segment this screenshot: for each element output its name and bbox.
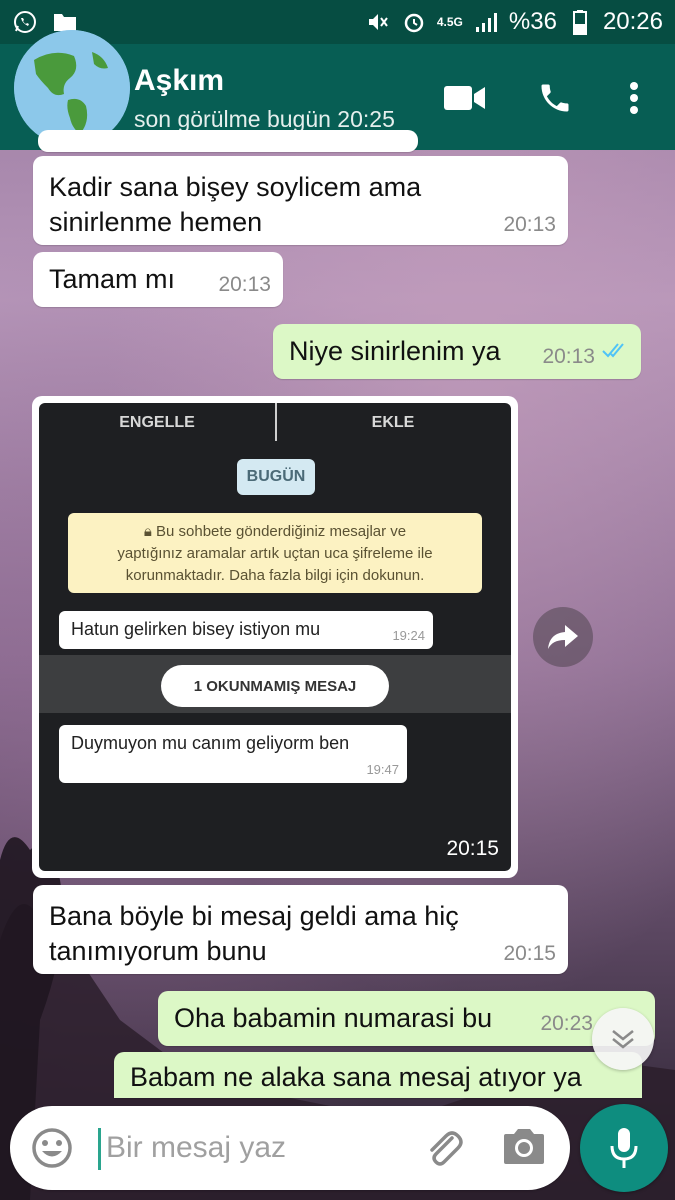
message-time: 20:23 [540, 1012, 593, 1035]
message-bubble-incoming[interactable]: Tamam mı 20:13 [33, 252, 283, 307]
notice-line: yaptığınız aramalar artık uçtan uca şifr… [117, 545, 433, 562]
message-bubble-outgoing[interactable]: Niye sinirlenim ya 20:13 [273, 324, 641, 379]
avatar[interactable] [14, 30, 130, 146]
message-bubble-outgoing[interactable]: Oha babamin numarasi bu 20:23 [158, 991, 655, 1046]
contact-name: Aşkım [134, 64, 225, 97]
message-bubble-incoming[interactable]: Bana böyle bi mesaj geldi ama hiç tanımı… [33, 885, 568, 974]
embedded-divider [275, 403, 277, 441]
embedded-message-time: 19:47 [366, 762, 399, 777]
mic-icon[interactable] [580, 1104, 668, 1192]
message-text: Bana böyle bi mesaj geldi ama hiç [49, 901, 459, 931]
embedded-message: Duymuyon mu canım geliyorm ben 19:47 [59, 725, 407, 783]
battery-percent: %36 [508, 8, 557, 35]
phone-icon[interactable] [533, 76, 577, 120]
camera-icon[interactable] [502, 1126, 546, 1170]
network-type: 4.5G [436, 15, 463, 29]
notice-line: Bu sohbete gönderdiğiniz mesajlar ve [156, 523, 407, 540]
last-seen: son görülme bugün 20:25 [134, 106, 395, 132]
attach-icon[interactable] [422, 1126, 466, 1170]
image-message[interactable]: ENGELLE EKLE BUGÜN 🔒︎ Bu sohbete gönderd… [32, 396, 518, 878]
read-receipt-icon [601, 334, 629, 365]
message-composer[interactable] [10, 1106, 570, 1190]
embedded-add-button: EKLE [371, 414, 415, 431]
embedded-unread-chip: 1 OKUNMAMIŞ MESAJ [161, 665, 389, 707]
clock: 20:26 [602, 8, 663, 35]
video-call-icon[interactable] [443, 76, 487, 120]
forward-icon[interactable] [533, 607, 593, 667]
message-input[interactable] [94, 1124, 394, 1172]
embedded-message: Hatun gelirken bisey istiyon mu 19:24 [59, 611, 433, 649]
message-bubble-partial[interactable] [38, 130, 418, 152]
emoji-icon[interactable] [30, 1126, 74, 1170]
message-time: 20:15 [503, 942, 556, 965]
message-time: 20:13 [218, 273, 271, 296]
battery-icon [567, 9, 593, 35]
lock-icon: 🔒︎ [143, 523, 156, 540]
scroll-down-icon[interactable] [592, 1008, 654, 1070]
message-time: 20:13 [542, 345, 595, 368]
embedded-message-text: Duymuyon mu canım geliyorm ben [71, 733, 350, 753]
message-bubble-incoming[interactable]: Kadir sana bişey soylicem ama sinirlenme… [33, 156, 568, 245]
message-time: 20:13 [503, 213, 556, 236]
message-text: tanımıyorum bunu [49, 936, 267, 966]
embedded-date-chip: BUGÜN [237, 459, 315, 495]
message-text: sinirlenme hemen [49, 207, 263, 237]
more-icon[interactable] [612, 76, 656, 120]
embedded-screenshot[interactable]: ENGELLE EKLE BUGÜN 🔒︎ Bu sohbete gönderd… [39, 403, 511, 871]
message-bubble-outgoing[interactable]: Babam ne alaka sana mesaj atıyor ya [114, 1052, 642, 1098]
notice-line: korunmaktadır. Daha fazla bilgi için dok… [125, 567, 425, 584]
signal-icon [473, 9, 499, 35]
alarm-icon [401, 9, 427, 35]
message-text: Babam ne alaka sana mesaj atıyor ya [130, 1062, 582, 1092]
message-time: 20:15 [446, 837, 499, 860]
whatsapp-icon [12, 9, 38, 35]
embedded-message-text: Hatun gelirken bisey istiyon mu [71, 619, 321, 639]
mute-icon [365, 9, 391, 35]
message-text: Kadir sana bişey soylicem ama [49, 172, 422, 202]
embedded-encryption-notice: 🔒︎ Bu sohbete gönderdiğiniz mesajlar ve … [68, 513, 482, 593]
embedded-message-time: 19:24 [392, 628, 425, 643]
embedded-block-button: ENGELLE [119, 414, 195, 431]
